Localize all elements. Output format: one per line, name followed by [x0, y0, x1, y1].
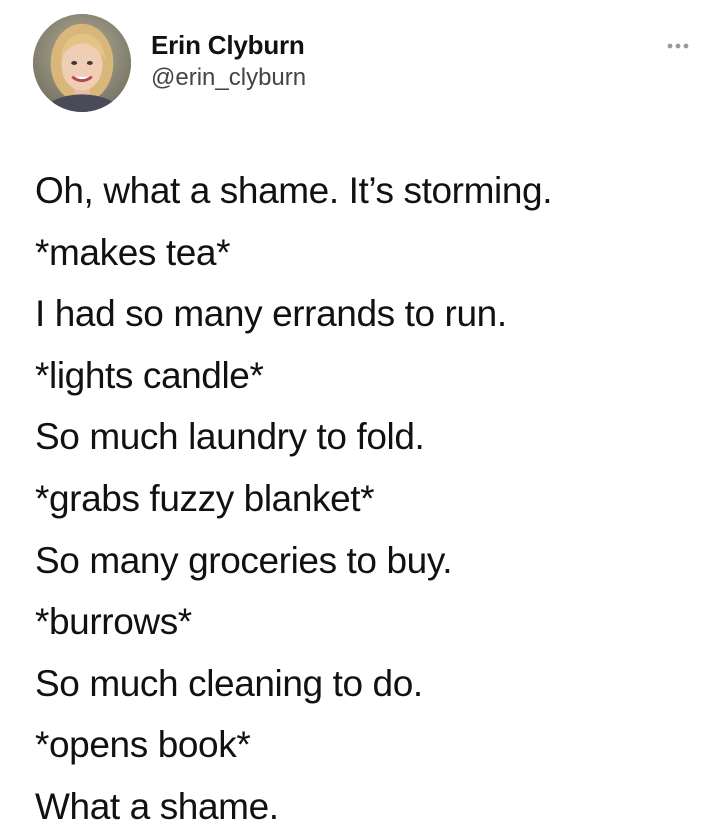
tweet-line: *opens book*: [35, 724, 251, 766]
tweet-line: So much laundry to fold.: [35, 416, 425, 458]
tweet-text: Oh, what a shame. It’s storming. *makes …: [35, 160, 705, 838]
tweet-line: *makes tea*: [35, 231, 231, 273]
tweet-line: I had so many errands to run.: [35, 293, 507, 335]
tweet-line: *burrows*: [35, 601, 192, 643]
tweet-line: So much cleaning to do.: [35, 662, 423, 704]
tweet-line: *grabs fuzzy blanket*: [35, 477, 375, 519]
more-options-icon[interactable]: [664, 34, 708, 58]
tweet-card: Erin Clyburn @erin_clyburn Oh, what a sh…: [0, 0, 720, 833]
avatar-image: [33, 14, 131, 112]
tweet-line: *lights candle*: [35, 354, 264, 396]
tweet-line: So many groceries to buy.: [35, 539, 453, 581]
tweet-line: Oh, what a shame. It’s storming.: [35, 170, 553, 211]
profile-photo-icon[interactable]: [33, 14, 131, 112]
author-handle[interactable]: @erin_clyburn: [151, 64, 306, 92]
author-display-name[interactable]: Erin Clyburn: [151, 30, 305, 61]
tweet-header: Erin Clyburn @erin_clyburn: [0, 0, 720, 120]
tweet-line: What a shame.: [35, 785, 279, 827]
